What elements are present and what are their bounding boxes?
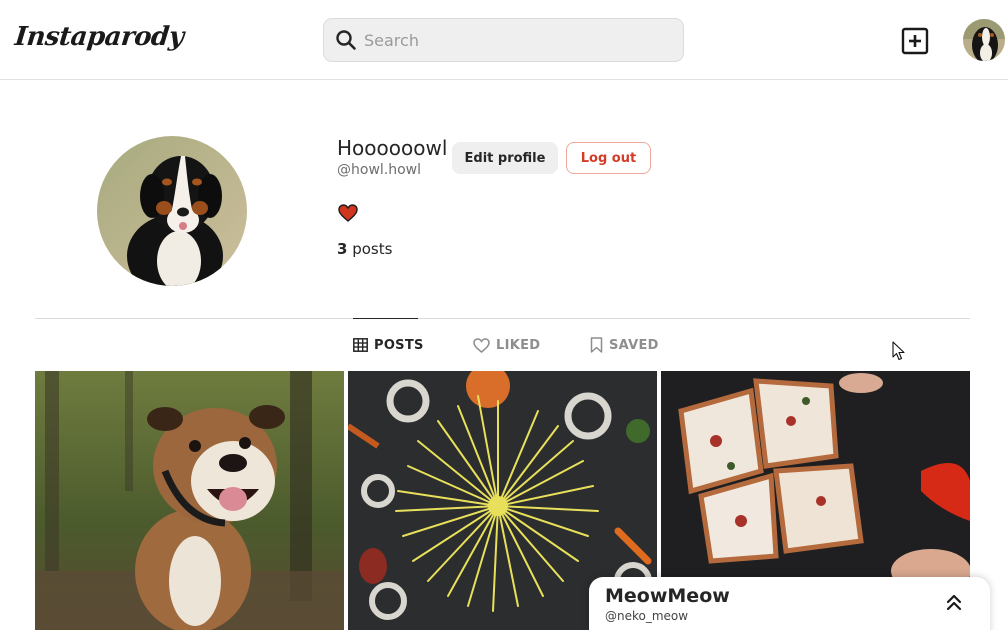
search-box[interactable] bbox=[323, 18, 684, 62]
profile-name: Hoooooowl bbox=[337, 136, 448, 160]
bookmark-icon bbox=[590, 337, 603, 353]
heart-outline-icon bbox=[473, 337, 490, 353]
tab-label: LIKED bbox=[496, 337, 541, 353]
edit-profile-button[interactable]: Edit profile bbox=[452, 142, 558, 174]
header-avatar[interactable] bbox=[963, 19, 1005, 61]
tab-label: SAVED bbox=[609, 337, 659, 353]
posts-count: 3 posts bbox=[337, 240, 392, 258]
posts-number: 3 bbox=[337, 240, 348, 258]
profile-handle: @howl.howl bbox=[337, 162, 422, 178]
chevrons-up-icon[interactable] bbox=[945, 593, 963, 611]
posts-label: posts bbox=[347, 240, 393, 258]
tab-posts[interactable]: POSTS bbox=[353, 336, 424, 354]
panel-account-name: MeowMeow bbox=[605, 585, 730, 607]
post-thumbnail-bulldog[interactable] bbox=[35, 371, 344, 630]
top-header: Instaparody bbox=[0, 0, 1008, 80]
plus-square-icon[interactable] bbox=[900, 26, 930, 56]
heart-icon[interactable] bbox=[338, 204, 358, 222]
search-input[interactable] bbox=[364, 29, 664, 51]
tabs-divider bbox=[35, 318, 970, 319]
tab-label: POSTS bbox=[374, 337, 424, 353]
account-panel[interactable]: MeowMeow @neko_meow bbox=[589, 577, 990, 630]
search-icon bbox=[336, 30, 356, 50]
profile-avatar bbox=[97, 136, 247, 286]
grid-icon bbox=[353, 338, 368, 352]
tab-saved[interactable]: SAVED bbox=[590, 336, 659, 354]
panel-account-handle: @neko_meow bbox=[605, 609, 689, 623]
logout-button[interactable]: Log out bbox=[566, 142, 651, 174]
tab-liked[interactable]: LIKED bbox=[473, 336, 540, 354]
app-logo[interactable]: Instaparody bbox=[13, 22, 185, 52]
active-tab-indicator bbox=[353, 318, 418, 319]
mouse-cursor-icon bbox=[892, 341, 905, 361]
